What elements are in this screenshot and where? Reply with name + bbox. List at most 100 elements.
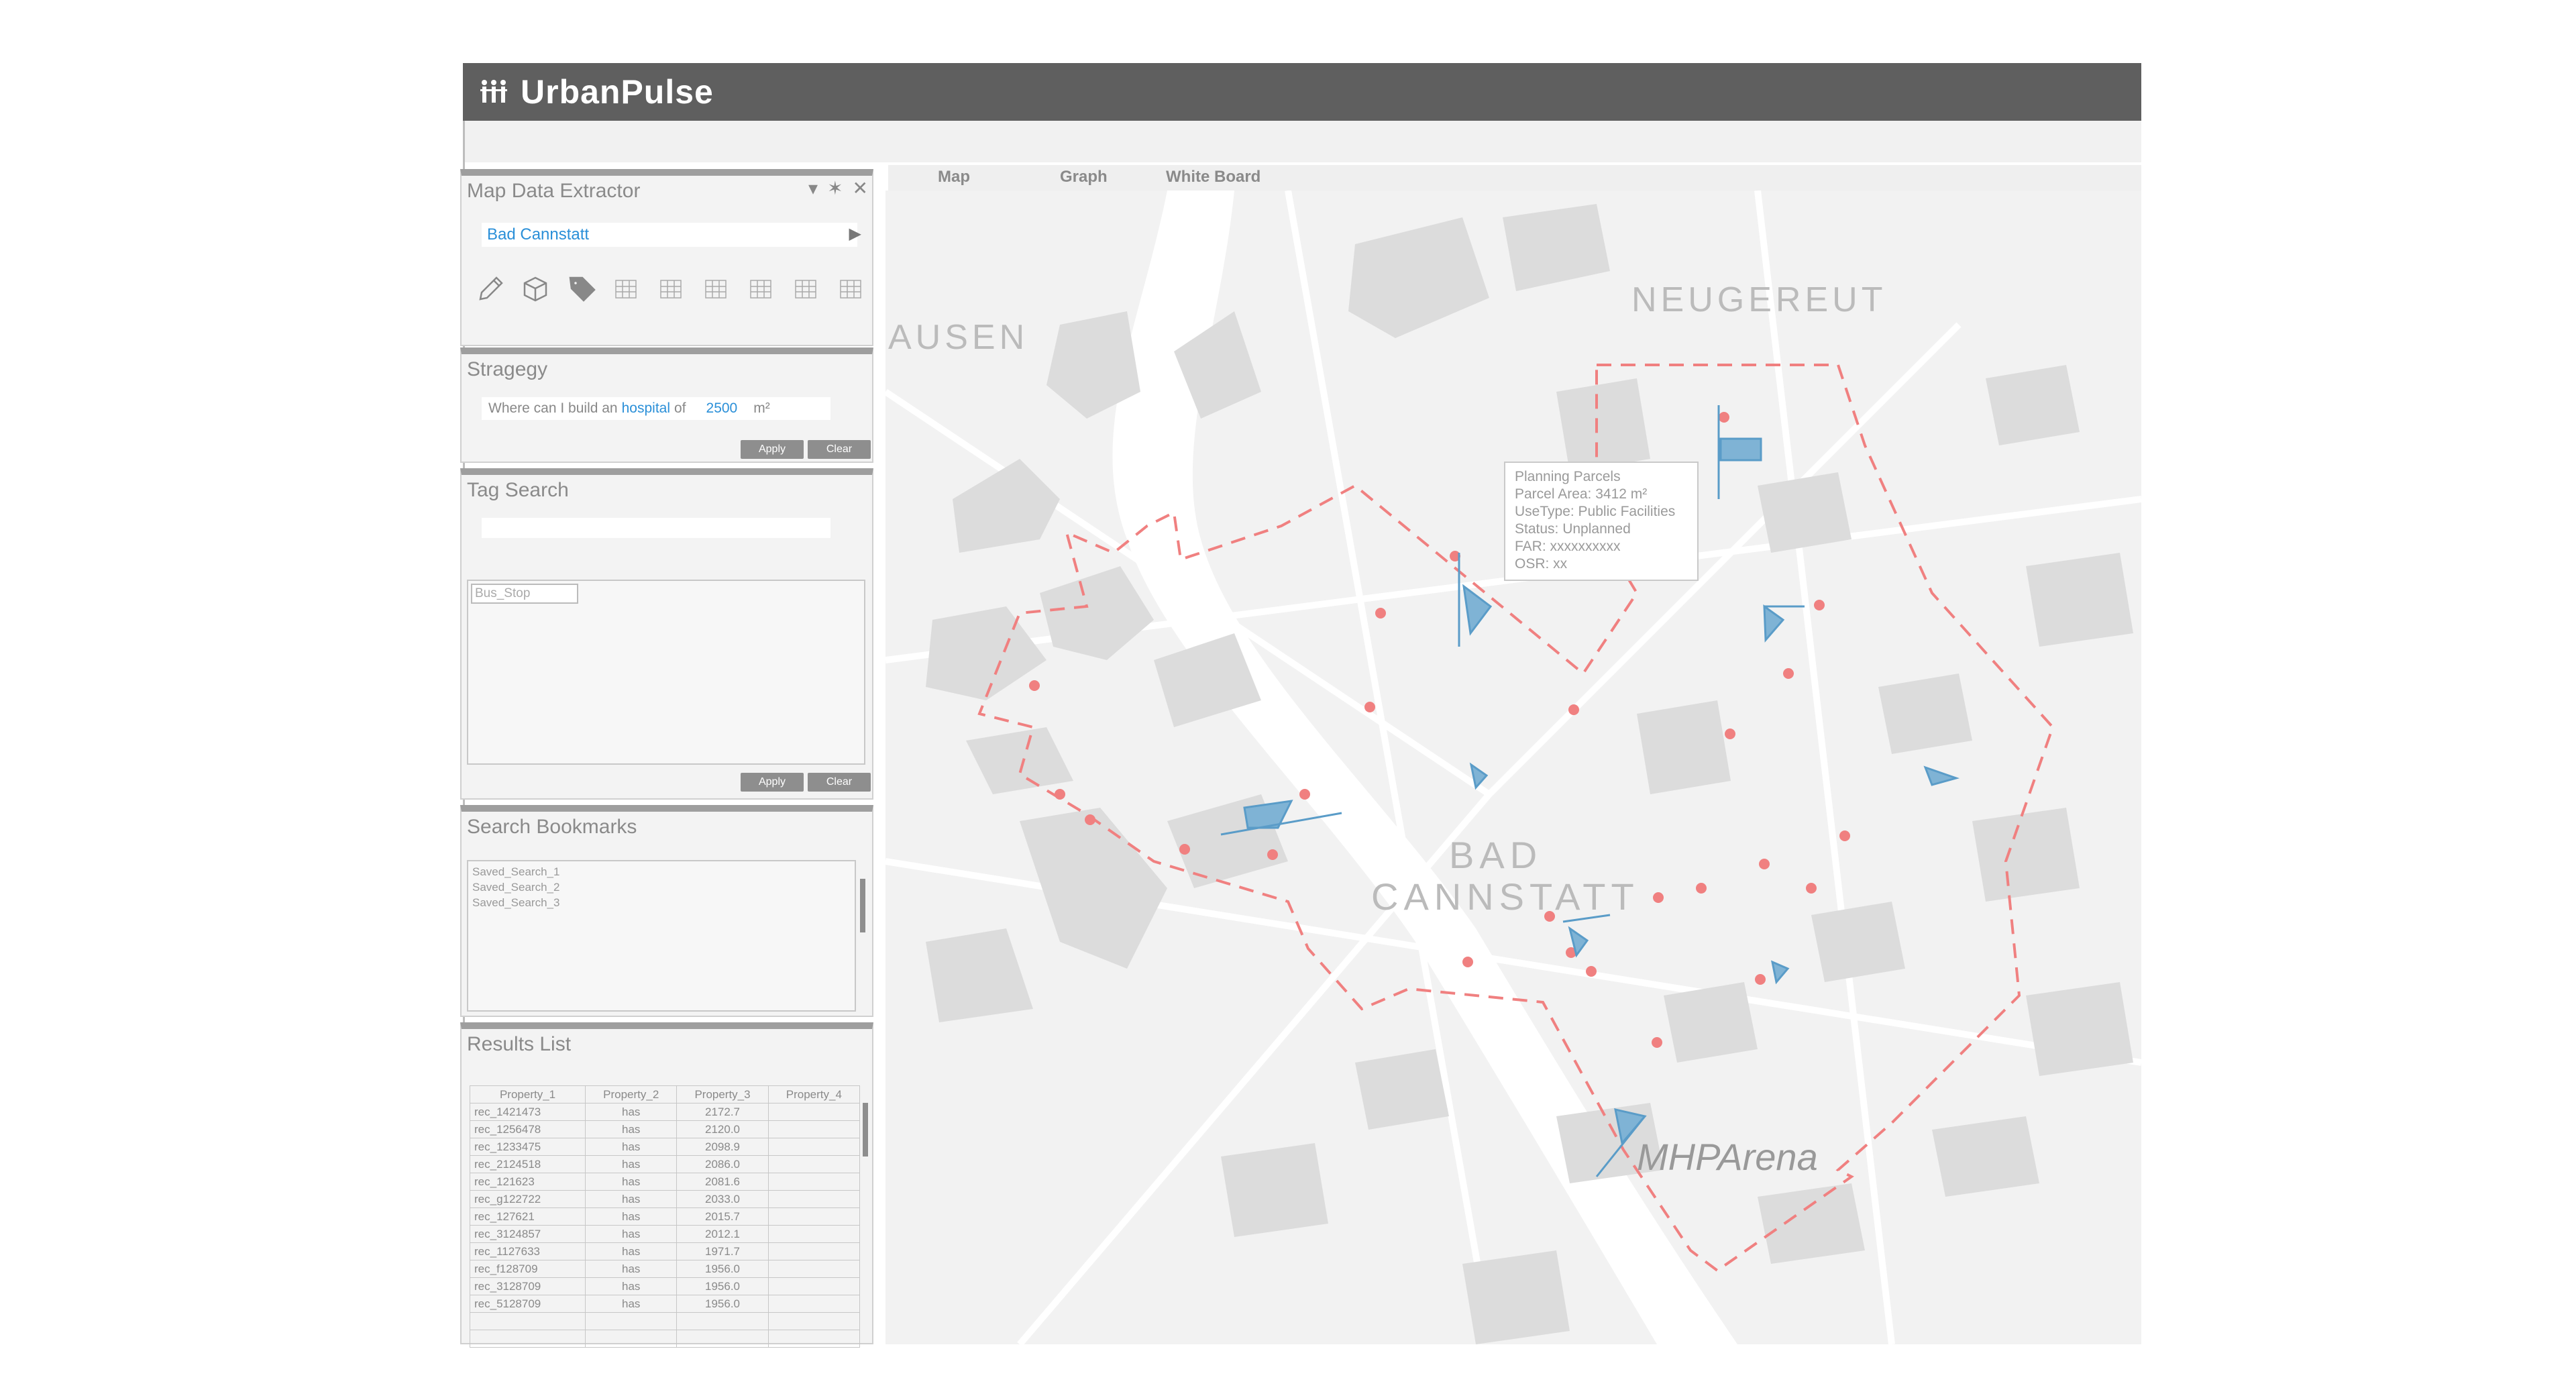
bus-stop-marker[interactable] bbox=[1755, 974, 1766, 985]
strategy-clear-button[interactable]: Clear bbox=[808, 440, 871, 459]
tab-graph[interactable]: Graph bbox=[1060, 168, 1108, 186]
bus-stop-marker[interactable] bbox=[1085, 814, 1095, 825]
tag-search-input[interactable] bbox=[482, 518, 830, 538]
table-row[interactable]: rec_121623 has 2081.6 bbox=[469, 1173, 861, 1191]
table-row[interactable]: rec_1256478 has 2120.0 bbox=[469, 1120, 861, 1138]
table-row[interactable]: rec_1127633 has 1971.7 bbox=[469, 1242, 861, 1260]
bus-stop-marker[interactable] bbox=[1759, 859, 1770, 869]
strategy-panel: Stragegy Where can I build an hospital o… bbox=[460, 347, 873, 463]
close-icon[interactable]: ✕ bbox=[853, 177, 868, 199]
table-cell bbox=[767, 1242, 861, 1260]
tag-apply-button[interactable]: Apply bbox=[741, 773, 804, 792]
column-header[interactable]: Property_3 bbox=[676, 1085, 769, 1104]
column-header[interactable]: Property_4 bbox=[767, 1085, 861, 1104]
tab-white-board[interactable]: White Board bbox=[1166, 168, 1260, 186]
tab-map[interactable]: Map bbox=[938, 168, 970, 186]
query-unit: m² bbox=[753, 400, 770, 416]
play-icon[interactable]: ▶ bbox=[849, 224, 861, 244]
table-cell: has bbox=[585, 1225, 678, 1243]
bus-stop-marker[interactable] bbox=[1568, 704, 1579, 715]
label-arena: MHPArena bbox=[1637, 1136, 1818, 1178]
tag-icon bbox=[569, 276, 596, 302]
bus-stop-marker[interactable] bbox=[1652, 1037, 1662, 1048]
table-cell: has bbox=[585, 1277, 678, 1295]
table-row[interactable] bbox=[469, 1330, 861, 1348]
table-cell: 2172.7 bbox=[676, 1103, 769, 1121]
bookmark-item[interactable]: Saved_Search_3 bbox=[472, 895, 851, 910]
query-facility[interactable]: hospital bbox=[622, 400, 670, 417]
table-row[interactable]: rec_5128709 has 1956.0 bbox=[469, 1295, 861, 1313]
table-row[interactable]: rec_2124518 has 2086.0 bbox=[469, 1155, 861, 1173]
bus-stop-marker[interactable] bbox=[1299, 789, 1310, 800]
bus-stop-marker[interactable] bbox=[1814, 600, 1825, 610]
table-cell bbox=[767, 1155, 861, 1173]
table-cell bbox=[767, 1173, 861, 1191]
bus-stop-marker[interactable] bbox=[1783, 668, 1794, 679]
label-ausen: AUSEN bbox=[888, 318, 1028, 357]
location-input[interactable]: Bad Cannstatt bbox=[487, 225, 589, 244]
results-scrollbar[interactable] bbox=[863, 1103, 868, 1157]
table-cell bbox=[469, 1330, 586, 1348]
table-row[interactable]: rec_3128709 has 1956.0 bbox=[469, 1277, 861, 1295]
bus-stop-marker[interactable] bbox=[1696, 883, 1707, 894]
bus-stop-marker[interactable] bbox=[1375, 608, 1386, 619]
table-cell bbox=[469, 1312, 586, 1330]
strategy-query[interactable]: Where can I build an hospital of 2500 m² bbox=[482, 397, 830, 420]
grid-icon bbox=[660, 280, 682, 299]
bus-stop-marker[interactable] bbox=[1586, 966, 1597, 977]
tooltip-title: Planning Parcels bbox=[1515, 469, 1621, 484]
location-input-box[interactable]: Bad Cannstatt ▶ bbox=[482, 223, 861, 247]
grid-icon bbox=[840, 280, 861, 299]
table-cell: has bbox=[585, 1207, 678, 1226]
bus-stop-marker[interactable] bbox=[1462, 957, 1473, 967]
bookmark-item[interactable]: Saved_Search_2 bbox=[472, 879, 851, 895]
query-area[interactable]: 2500 bbox=[706, 400, 738, 417]
panel-title: Map Data Extractor bbox=[467, 180, 641, 202]
bus-stop-marker[interactable] bbox=[1267, 849, 1278, 860]
column-header[interactable]: Property_1 bbox=[469, 1085, 586, 1104]
table-cell bbox=[767, 1312, 861, 1330]
tag-search-panel: Tag Search Bus_Stop Apply Clear bbox=[460, 468, 873, 800]
table-cell: rec_2124518 bbox=[469, 1155, 586, 1173]
table-row[interactable]: rec_1421473 has 2172.7 bbox=[469, 1103, 861, 1121]
bus-stop-marker[interactable] bbox=[1653, 892, 1664, 903]
table-row[interactable]: rec_g122722 has 2033.0 bbox=[469, 1190, 861, 1208]
tag-clear-button[interactable]: Clear bbox=[808, 773, 871, 792]
bookmark-scrollbar[interactable] bbox=[860, 879, 865, 932]
panel-title: Stragegy bbox=[467, 358, 548, 380]
tooltip-use: UseType: Public Facilities bbox=[1515, 504, 1676, 519]
cube-icon bbox=[523, 276, 547, 302]
strategy-apply-button[interactable]: Apply bbox=[741, 440, 804, 459]
table-row[interactable]: rec_3124857 has 2012.1 bbox=[469, 1225, 861, 1243]
bus-stop-marker[interactable] bbox=[1055, 789, 1065, 800]
tag-area[interactable]: Bus_Stop bbox=[467, 580, 865, 765]
tag-chip[interactable]: Bus_Stop bbox=[471, 584, 578, 604]
map-view[interactable]: NEUGEREUT AUSEN BAD CANNSTATT MHPArena bbox=[885, 191, 2141, 1344]
table-row[interactable]: rec_127621 has 2015.7 bbox=[469, 1207, 861, 1226]
bookmarks-panel: Search Bookmarks Saved_Search_1 Saved_Se… bbox=[460, 805, 873, 1017]
table-cell: 1956.0 bbox=[676, 1295, 769, 1313]
table-row[interactable] bbox=[469, 1312, 861, 1330]
chevron-down-icon[interactable]: ▾ bbox=[808, 177, 818, 199]
table-row[interactable]: rec_f128709 has 1956.0 bbox=[469, 1260, 861, 1278]
bookmark-item[interactable]: Saved_Search_1 bbox=[472, 864, 851, 879]
table-cell: rec_3128709 bbox=[469, 1277, 586, 1295]
title-bar: UrbanPulse bbox=[463, 63, 2141, 121]
bus-stop-marker[interactable] bbox=[1806, 883, 1817, 894]
bus-stop-marker[interactable] bbox=[1725, 729, 1735, 739]
bus-stop-marker[interactable] bbox=[1029, 680, 1040, 691]
table-cell: rec_3124857 bbox=[469, 1225, 586, 1243]
map-canvas[interactable]: NEUGEREUT AUSEN BAD CANNSTATT MHPArena bbox=[885, 191, 2141, 1344]
table-cell: has bbox=[585, 1295, 678, 1313]
bus-stop-marker[interactable] bbox=[1839, 830, 1850, 841]
table-row[interactable]: rec_1233475 has 2098.9 bbox=[469, 1138, 861, 1156]
query-of: of bbox=[674, 400, 686, 416]
pin-icon[interactable]: ✶ bbox=[827, 177, 843, 199]
table-cell: rec_127621 bbox=[469, 1207, 586, 1226]
bus-stop-marker[interactable] bbox=[1719, 412, 1729, 423]
bus-stop-marker[interactable] bbox=[1364, 702, 1375, 712]
bus-stop-marker[interactable] bbox=[1179, 844, 1190, 855]
table-cell: has bbox=[585, 1173, 678, 1191]
column-header[interactable]: Property_2 bbox=[585, 1085, 678, 1104]
panel-controls: ▾ ✶ ✕ bbox=[808, 177, 868, 199]
